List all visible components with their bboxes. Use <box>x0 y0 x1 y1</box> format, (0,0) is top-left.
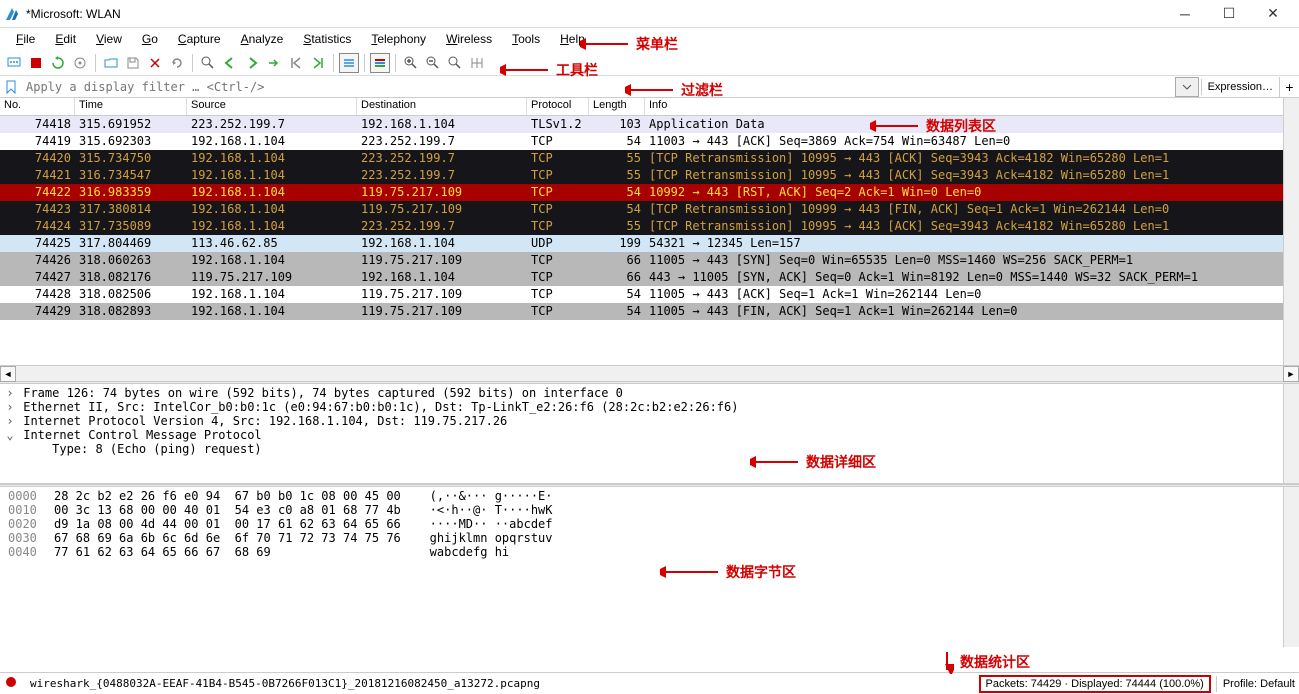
menu-capture[interactable]: Capture <box>168 30 231 48</box>
detail-row[interactable]: › Internet Protocol Version 4, Src: 192.… <box>4 414 1295 428</box>
packet-list[interactable]: No. Time Source Destination Protocol Len… <box>0 98 1299 365</box>
bytes-row[interactable]: 003067 68 69 6a 6b 6c 6d 6e 6f 70 71 72 … <box>8 531 1291 545</box>
col-header-info[interactable]: Info <box>645 98 1299 115</box>
open-icon[interactable] <box>101 53 121 73</box>
packet-row[interactable]: 74429318.082893192.168.1.104119.75.217.1… <box>0 303 1299 320</box>
packet-details[interactable]: › Frame 126: 74 bytes on wire (592 bits)… <box>0 384 1299 484</box>
status-profile[interactable]: Profile: Default <box>1223 678 1295 690</box>
options-icon[interactable] <box>70 53 90 73</box>
find-icon[interactable] <box>198 53 218 73</box>
restart-icon[interactable] <box>48 53 68 73</box>
close-file-icon[interactable] <box>145 53 165 73</box>
expression-button[interactable]: Expression… <box>1201 79 1279 95</box>
prev-icon[interactable] <box>220 53 240 73</box>
reload-icon[interactable] <box>167 53 187 73</box>
horizontal-scrollbar[interactable]: ◄ ► <box>0 365 1299 381</box>
bytes-row[interactable]: 001000 3c 13 68 00 00 40 01 54 e3 c0 a8 … <box>8 503 1291 517</box>
col-header-time[interactable]: Time <box>75 98 187 115</box>
packet-row[interactable]: 74423317.380814192.168.1.104119.75.217.1… <box>0 201 1299 218</box>
toolbar <box>0 50 1299 76</box>
packet-row[interactable]: 74422316.983359192.168.1.104119.75.217.1… <box>0 184 1299 201</box>
bookmark-icon[interactable] <box>2 78 20 96</box>
menu-tools[interactable]: Tools <box>502 30 550 48</box>
packet-row[interactable]: 74419315.692303192.168.1.104223.252.199.… <box>0 133 1299 150</box>
packet-row[interactable]: 74426318.060263192.168.1.104119.75.217.1… <box>0 252 1299 269</box>
col-header-dst[interactable]: Destination <box>357 98 527 115</box>
status-bar: wireshark_{0488032A-EEAF-41B4-B545-0B726… <box>0 672 1299 694</box>
col-header-proto[interactable]: Protocol <box>527 98 589 115</box>
menubar: FileEditViewGoCaptureAnalyzeStatisticsTe… <box>0 28 1299 50</box>
bytes-row[interactable]: 004077 61 62 63 64 65 66 67 68 69 wabcde… <box>8 545 1291 559</box>
bytes-row[interactable]: 000028 2c b2 e2 26 f6 e0 94 67 b0 b0 1c … <box>8 489 1291 503</box>
filter-bar: Expression… + <box>0 76 1299 98</box>
packet-row[interactable]: 74421316.734547192.168.1.104223.252.199.… <box>0 167 1299 184</box>
packet-row[interactable]: 74427318.082176119.75.217.109192.168.1.1… <box>0 269 1299 286</box>
col-header-no[interactable]: No. <box>0 98 75 115</box>
close-button[interactable]: ✕ <box>1251 0 1295 28</box>
annotation: 数据统计区 <box>940 650 1030 674</box>
menu-help[interactable]: Help <box>550 30 595 48</box>
resize-cols-icon[interactable] <box>467 53 487 73</box>
menu-telephony[interactable]: Telephony <box>361 30 436 48</box>
packet-row[interactable]: 74418315.691952223.252.199.7192.168.1.10… <box>0 116 1299 133</box>
colorize-icon[interactable] <box>370 53 390 73</box>
save-icon[interactable] <box>123 53 143 73</box>
detail-row[interactable]: › Ethernet II, Src: IntelCor_b0:b0:1c (e… <box>4 400 1295 414</box>
autoscroll-icon[interactable] <box>339 53 359 73</box>
packet-bytes[interactable]: 000028 2c b2 e2 26 f6 e0 94 67 b0 b0 1c … <box>0 487 1299 647</box>
stop-icon[interactable] <box>26 53 46 73</box>
packet-row[interactable]: 74425317.804469113.46.62.85192.168.1.104… <box>0 235 1299 252</box>
titlebar: *Microsoft: WLAN ─ ☐ ✕ <box>0 0 1299 28</box>
next-icon[interactable] <box>242 53 262 73</box>
scroll-left-icon[interactable]: ◄ <box>0 366 16 382</box>
menu-file[interactable]: File <box>6 30 45 48</box>
vertical-scrollbar[interactable] <box>1283 98 1299 365</box>
col-header-src[interactable]: Source <box>187 98 357 115</box>
menu-edit[interactable]: Edit <box>45 30 86 48</box>
minimize-button[interactable]: ─ <box>1163 0 1207 28</box>
zoom-reset-icon[interactable] <box>445 53 465 73</box>
detail-row[interactable]: Type: 8 (Echo (ping) request) <box>4 442 1295 456</box>
maximize-button[interactable]: ☐ <box>1207 0 1251 28</box>
status-stats: Packets: 74429 · Displayed: 74444 (100.0… <box>980 676 1210 692</box>
detail-row[interactable]: ⌄ Internet Control Message Protocol <box>4 428 1295 442</box>
interfaces-icon[interactable] <box>4 53 24 73</box>
expert-info-icon[interactable] <box>4 675 18 692</box>
zoom-in-icon[interactable] <box>401 53 421 73</box>
menu-go[interactable]: Go <box>132 30 168 48</box>
menu-statistics[interactable]: Statistics <box>293 30 361 48</box>
packet-row[interactable]: 74428318.082506192.168.1.104119.75.217.1… <box>0 286 1299 303</box>
first-icon[interactable] <box>286 53 306 73</box>
status-filename: wireshark_{0488032A-EEAF-41B4-B545-0B726… <box>30 677 540 690</box>
packet-list-header: No. Time Source Destination Protocol Len… <box>0 98 1299 116</box>
bytes-scrollbar[interactable] <box>1283 487 1299 647</box>
scroll-right-icon[interactable]: ► <box>1283 366 1299 382</box>
details-scrollbar[interactable] <box>1283 384 1299 483</box>
detail-row[interactable]: › Frame 126: 74 bytes on wire (592 bits)… <box>4 386 1295 400</box>
menu-view[interactable]: View <box>86 30 132 48</box>
packet-row[interactable]: 74424317.735089192.168.1.104223.252.199.… <box>0 218 1299 235</box>
last-icon[interactable] <box>308 53 328 73</box>
display-filter-input[interactable] <box>22 77 1175 97</box>
packet-row[interactable]: 74420315.734750192.168.1.104223.252.199.… <box>0 150 1299 167</box>
col-header-len[interactable]: Length <box>589 98 645 115</box>
menu-analyze[interactable]: Analyze <box>231 30 294 48</box>
window-title: *Microsoft: WLAN <box>26 7 1163 21</box>
goto-icon[interactable] <box>264 53 284 73</box>
zoom-out-icon[interactable] <box>423 53 443 73</box>
menu-wireless[interactable]: Wireless <box>436 30 502 48</box>
filter-dropdown-icon[interactable] <box>1175 77 1199 97</box>
bytes-row[interactable]: 0020d9 1a 08 00 4d 44 00 01 00 17 61 62 … <box>8 517 1291 531</box>
add-filter-button[interactable]: + <box>1279 77 1299 97</box>
app-icon <box>4 6 20 22</box>
